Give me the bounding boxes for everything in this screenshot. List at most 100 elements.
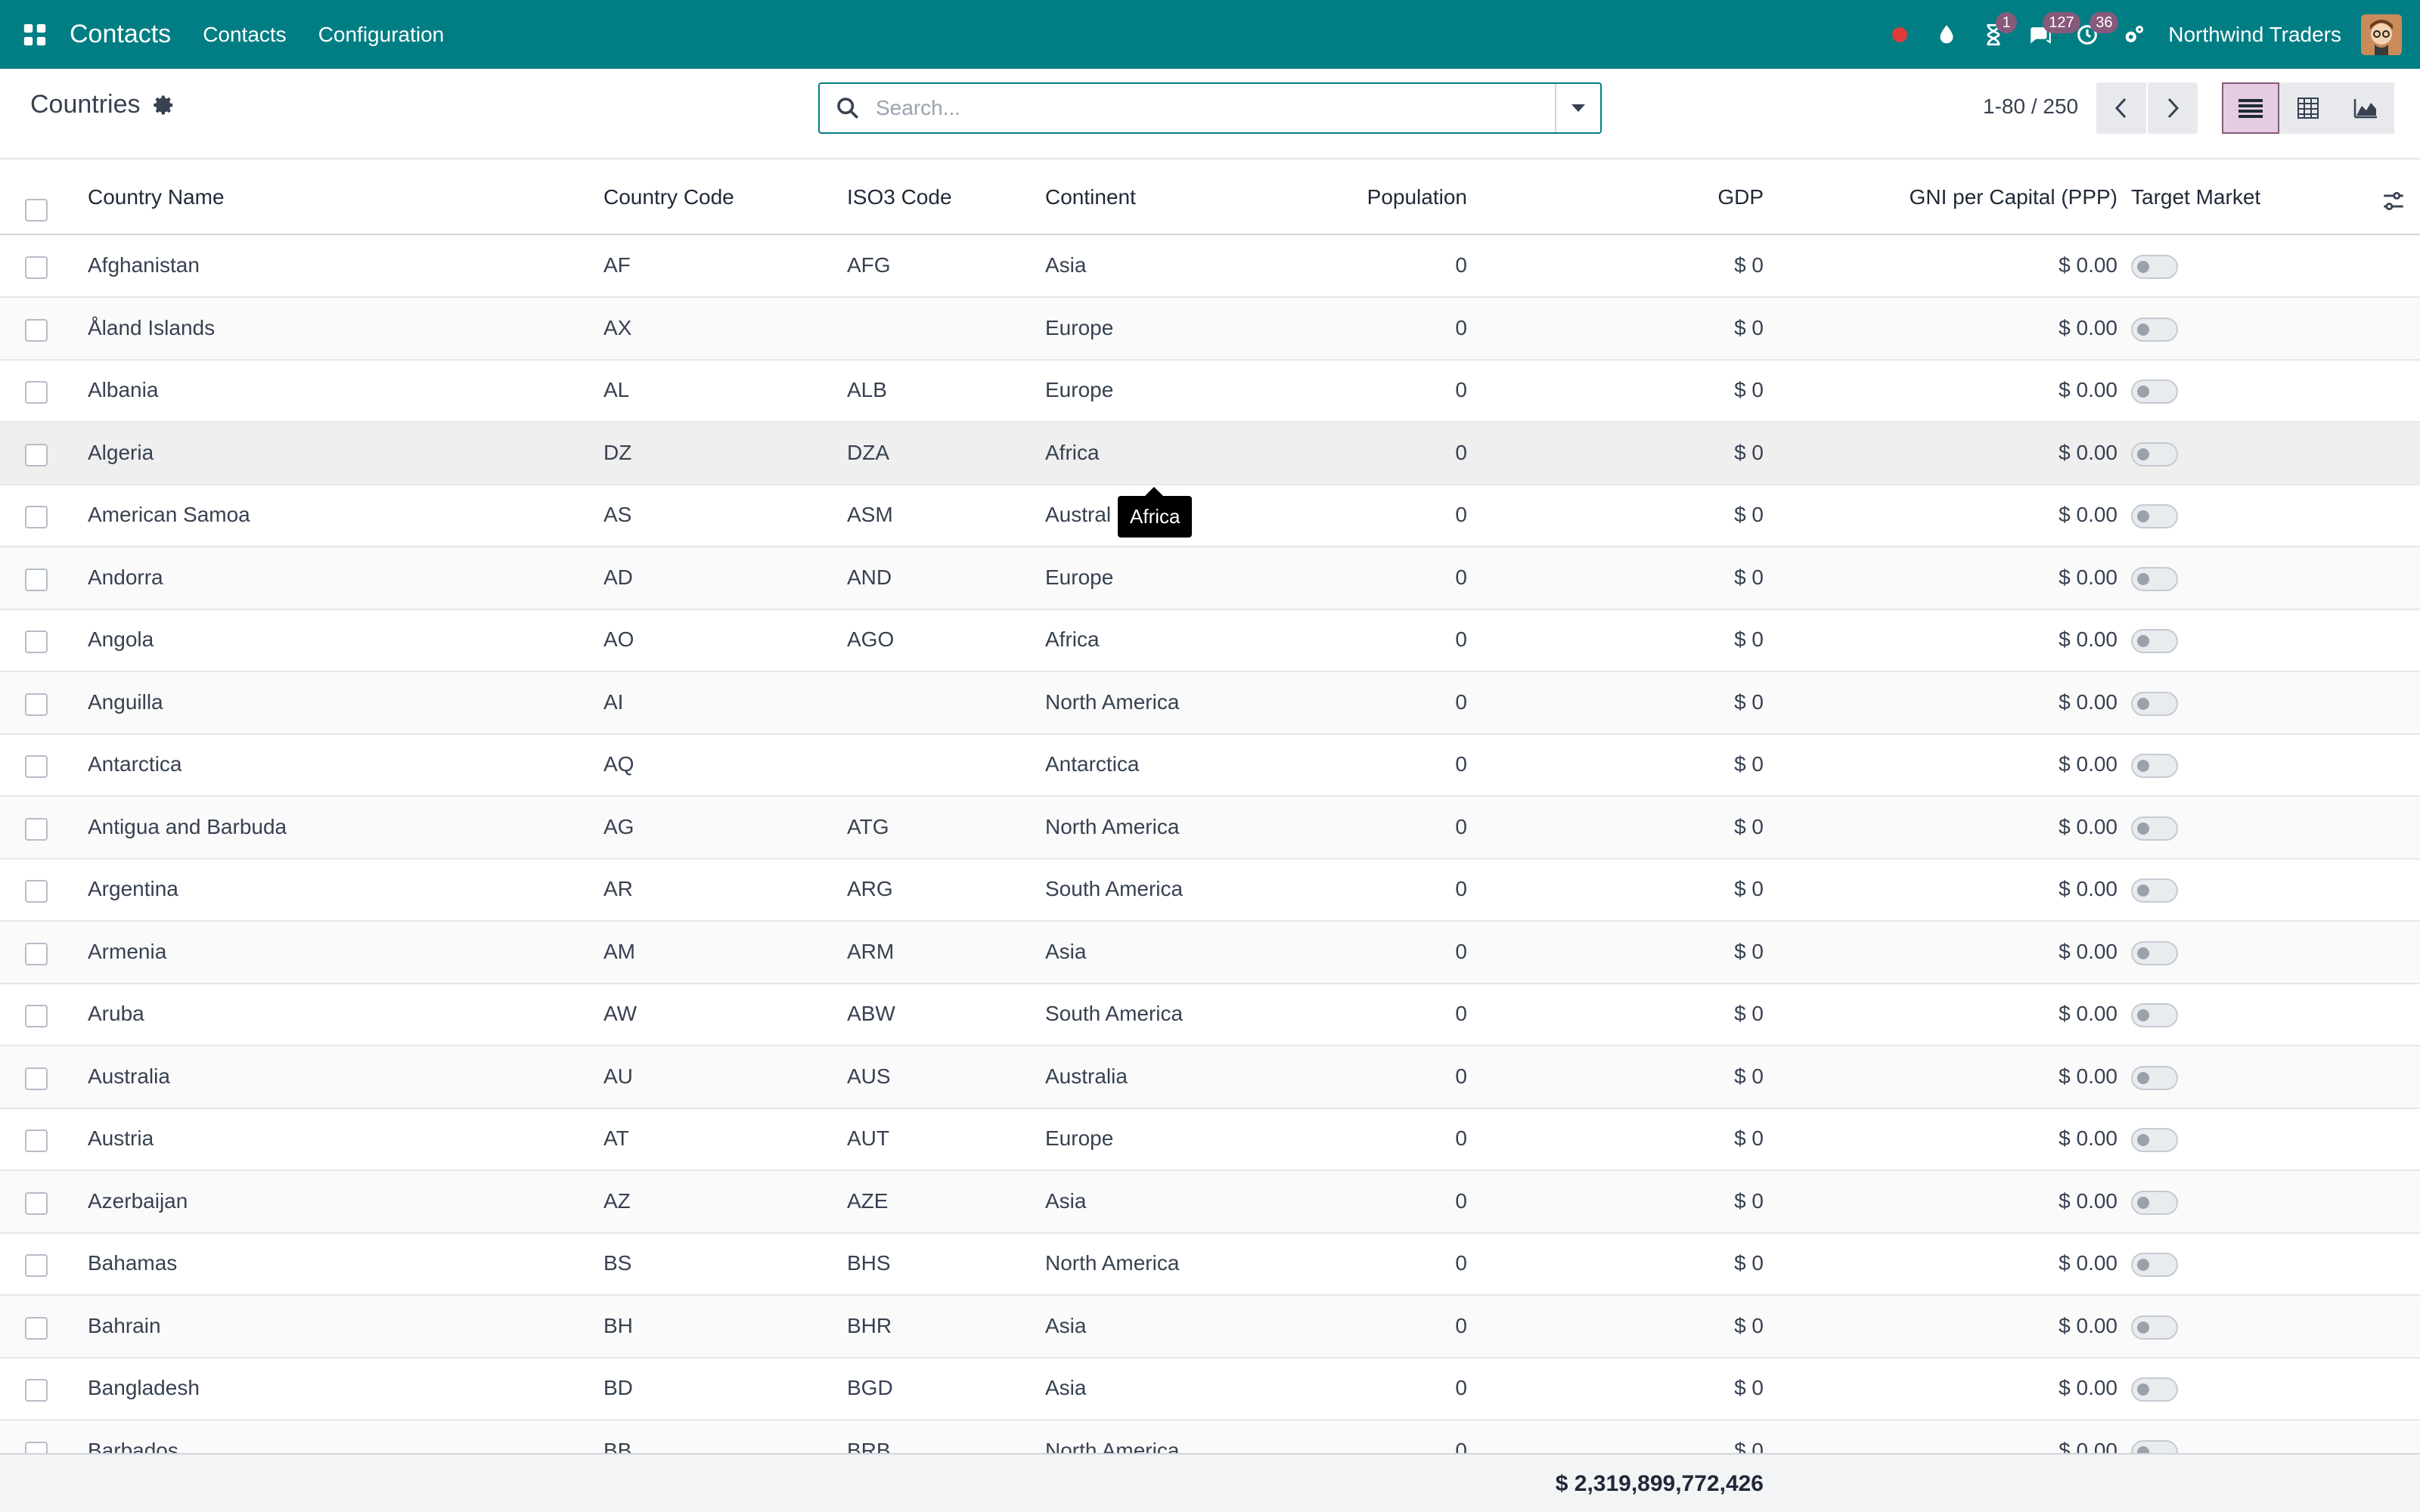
target-market-toggle[interactable] [2131,566,2178,591]
company-switcher[interactable]: Northwind Traders [2168,23,2341,47]
cell-iso3-code: ARG [847,877,893,900]
user-avatar[interactable] [2361,14,2402,55]
cell-country-code: AX [603,315,632,339]
activities-hourglass-icon[interactable]: 1 [1970,0,2018,69]
table-row[interactable]: Argentina AR ARG South America 0 $ 0 $ 0.00 [0,859,2420,922]
apps-menu-icon[interactable] [0,0,70,69]
row-checkbox[interactable] [25,1254,48,1277]
pivot-view-button[interactable] [2279,82,2337,134]
header-gni-per-capita[interactable]: GNI per Capital (PPP) [1815,185,2118,209]
table-row[interactable]: Bahrain BH BHR Asia 0 $ 0 $ 0.00 [0,1295,2420,1359]
table-row[interactable]: Bahamas BS BHS North America 0 $ 0 $ 0.00 [0,1233,2420,1296]
row-checkbox[interactable] [25,1067,48,1090]
cell-gni-per-capita: $ 0.00 [2059,627,2118,651]
table-row[interactable]: Aruba AW ABW South America 0 $ 0 $ 0.00 [0,984,2420,1046]
table-row[interactable]: Australia AU AUS Australia 0 $ 0 $ 0.00 [0,1046,2420,1109]
table-row[interactable]: Åland Islands AX Europe 0 $ 0 $ 0.00 [0,297,2420,361]
table-row[interactable]: Antigua and Barbuda AG ATG North America 0 $ … [0,796,2420,860]
table-row[interactable]: Antarctica AQ Antarctica 0 $ 0 $ 0.00 [0,734,2420,797]
cell-gdp: $ 0 [1734,752,1764,776]
row-checkbox[interactable] [25,1379,48,1402]
table-row[interactable]: Afghanistan AF AFG Asia 0 $ 0 $ 0.00 [0,235,2420,298]
cell-country-code: AI [603,689,624,714]
select-all-checkbox[interactable] [25,199,48,222]
target-market-toggle[interactable] [2131,1190,2178,1215]
settings-gears-icon[interactable] [2111,0,2158,69]
target-market-toggle[interactable] [2131,1003,2178,1027]
row-checkbox[interactable] [25,381,48,404]
row-checkbox[interactable] [25,880,48,903]
target-market-toggle[interactable] [2131,317,2178,342]
pager-previous-button[interactable] [2096,82,2146,134]
row-checkbox[interactable] [25,443,48,466]
target-market-toggle[interactable] [2131,1065,2178,1090]
row-checkbox[interactable] [25,1316,48,1340]
target-market-toggle[interactable] [2131,816,2178,841]
header-target-market[interactable]: Target Market [2131,185,2260,209]
table-row[interactable]: Azerbaijan AZ AZE Asia 0 $ 0 $ 0.00 [0,1170,2420,1234]
menu-contacts[interactable]: Contacts [203,23,287,47]
timer-clock-icon[interactable]: 36 [2064,0,2119,69]
header-gdp[interactable]: GDP [1537,185,1764,209]
row-checkbox[interactable] [25,692,48,716]
target-market-toggle[interactable] [2131,754,2178,778]
target-market-toggle[interactable] [2131,691,2178,716]
row-checkbox[interactable] [25,568,48,591]
target-market-toggle[interactable] [2131,380,2178,404]
recording-indicator-icon[interactable] [1876,0,1923,69]
row-checkbox[interactable] [25,1191,48,1215]
table-row[interactable]: Barbados BB BRB North America 0 $ 0 $ 0.00 [0,1420,2420,1454]
cell-population: 0 [1455,1376,1467,1399]
target-market-toggle[interactable] [2131,878,2178,903]
pager-value[interactable]: 1-80 / 250 [1983,94,2078,119]
target-market-toggle[interactable] [2131,255,2178,279]
table-row[interactable]: Andorra AD AND Europe 0 $ 0 $ 0.00 [0,547,2420,610]
table-row[interactable]: Bangladesh BD BGD Asia 0 $ 0 $ 0.00 [0,1358,2420,1421]
list-view-button[interactable] [2222,82,2279,134]
messages-chat-icon[interactable]: 127 [2017,0,2080,69]
target-market-toggle[interactable] [2131,629,2178,653]
row-checkbox[interactable] [25,506,48,528]
row-checkbox[interactable] [25,817,48,841]
target-market-toggle[interactable] [2131,1377,2178,1402]
target-market-toggle[interactable] [2131,940,2178,965]
row-checkbox[interactable] [25,1129,48,1152]
header-iso3-code[interactable]: ISO3 Code [847,185,952,209]
gear-icon[interactable] [153,94,175,116]
row-checkbox[interactable] [25,631,48,653]
row-checkbox[interactable] [25,755,48,778]
row-checkbox[interactable] [25,1005,48,1027]
app-name[interactable]: Contacts [70,20,171,49]
target-market-toggle[interactable] [2131,504,2178,528]
target-market-toggle[interactable] [2131,442,2178,466]
header-continent[interactable]: Continent [1045,185,1136,209]
table-row[interactable]: American Samoa AS ASM Austral 0 $ 0 $ 0.00 [0,485,2420,547]
table-row[interactable]: Austria AT AUT Europe 0 $ 0 $ 0.00 [0,1108,2420,1171]
row-checkbox[interactable] [25,256,48,279]
cell-population: 0 [1455,565,1467,589]
drop-icon[interactable] [1923,0,1970,69]
header-country-name[interactable]: Country Name [88,185,225,209]
search-options-toggle[interactable] [1555,84,1600,132]
table-row[interactable]: Angola AO AGO Africa 0 $ 0 $ 0.00 [0,609,2420,672]
menu-configuration[interactable]: Configuration [318,23,445,47]
row-checkbox[interactable] [25,318,48,342]
target-market-toggle[interactable] [2131,1439,2178,1454]
countries-list: Country Name Country Code ISO3 Code Cont… [0,160,2420,1454]
target-market-toggle[interactable] [2131,1315,2178,1340]
optional-columns-sliders-icon[interactable] [2381,188,2406,214]
header-country-code[interactable]: Country Code [603,185,734,209]
table-row[interactable]: Algeria DZ DZA Africa 0 $ 0 $ 0.00 [0,422,2420,485]
cell-continent: Asia [1045,1313,1087,1337]
table-row[interactable]: Anguilla AI North America 0 $ 0 $ 0.00 [0,671,2420,735]
graph-view-button[interactable] [2337,82,2394,134]
row-checkbox[interactable] [25,942,48,965]
pager-next-button[interactable] [2148,82,2198,134]
row-checkbox[interactable] [25,1441,48,1454]
table-row[interactable]: Armenia AM ARM Asia 0 $ 0 $ 0.00 [0,921,2420,984]
target-market-toggle[interactable] [2131,1253,2178,1277]
search-input[interactable] [876,96,1555,120]
header-population[interactable]: Population [1240,185,1467,209]
target-market-toggle[interactable] [2131,1128,2178,1152]
table-row[interactable]: Albania AL ALB Europe 0 $ 0 $ 0.00 [0,360,2420,423]
